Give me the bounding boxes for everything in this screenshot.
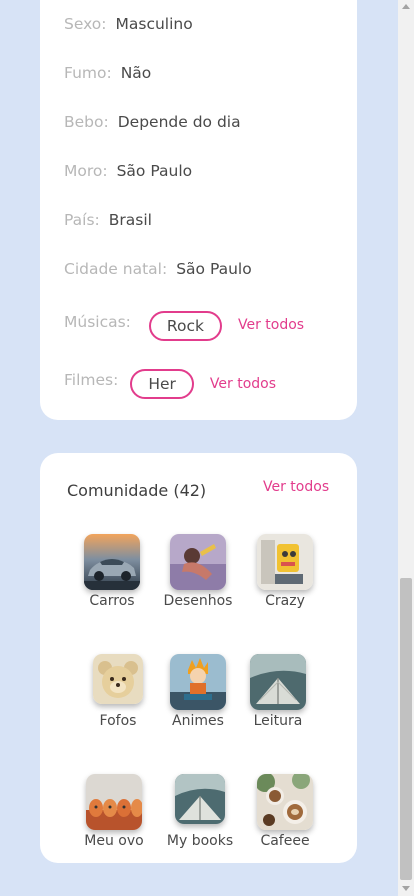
scroll-down-arrow-icon[interactable] — [402, 886, 410, 891]
community-item-cafeee[interactable]: Cafeee — [240, 774, 330, 849]
detail-value: Depende do dia — [117, 113, 241, 131]
book-photo-icon — [250, 654, 306, 710]
detail-label: Fumo: — [64, 64, 112, 82]
community-item-label: Meu ovo — [84, 833, 144, 849]
community-item-label: Leitura — [253, 713, 303, 729]
detail-label: Moro: — [64, 162, 108, 180]
eggs-photo-icon — [86, 774, 142, 830]
community-item-crazy[interactable]: Crazy — [240, 534, 330, 609]
detail-row-moro: Moro: São Paulo — [64, 162, 192, 180]
car-photo-icon — [84, 534, 140, 590]
detail-row-sexo: Sexo: Masculino — [64, 15, 193, 33]
community-item-leitura[interactable]: Leitura — [233, 654, 323, 729]
detail-row-pais: País: Brasil — [64, 211, 152, 229]
detail-label: Músicas: — [64, 313, 131, 331]
community-item-desenhos[interactable]: Desenhos — [153, 534, 243, 609]
detail-label: Filmes: — [64, 371, 119, 389]
detail-row-filmes: Filmes: Her Ver todos — [64, 365, 276, 399]
community-item-label: My books — [166, 833, 234, 849]
community-item-meu-ovo[interactable]: Meu ovo — [69, 774, 159, 849]
anime-figure-photo-icon — [170, 654, 226, 710]
community-item-label: Desenhos — [163, 593, 233, 609]
detail-label: Bebo: — [64, 113, 109, 131]
community-card: Comunidade (42) Ver todos Carros Desenho… — [40, 453, 357, 863]
community-item-label: Animes — [172, 713, 224, 729]
profile-details-card: Sexo: Masculino Fumo: Não Bebo: Depende … — [40, 0, 357, 420]
teddy-bear-photo-icon — [93, 654, 143, 704]
community-item-my-books[interactable]: My books — [155, 774, 245, 849]
movies-see-all-link[interactable]: Ver todos — [210, 376, 276, 392]
community-see-all-link[interactable]: Ver todos — [263, 479, 329, 495]
detail-value: São Paulo — [176, 260, 252, 278]
detail-row-musicas: Músicas: Rock Ver todos — [64, 307, 304, 341]
community-item-animes[interactable]: Animes — [153, 654, 243, 729]
detail-label: Cidade natal: — [64, 260, 168, 278]
music-see-all-link[interactable]: Ver todos — [238, 317, 304, 333]
detail-value: São Paulo — [116, 162, 193, 180]
scroll-up-arrow-icon[interactable] — [402, 4, 410, 9]
detail-row-bebo: Bebo: Depende do dia — [64, 113, 241, 131]
coffee-photo-icon — [257, 774, 313, 830]
community-item-label: Carros — [89, 593, 135, 609]
community-item-carros[interactable]: Carros — [67, 534, 157, 609]
detail-value: Não — [120, 64, 152, 82]
open-book-photo-icon — [175, 774, 225, 824]
drawing-photo-icon — [170, 534, 226, 590]
community-item-label: Crazy — [265, 593, 305, 609]
detail-row-cidade-natal: Cidade natal: São Paulo — [64, 260, 252, 278]
community-item-label: Fofos — [99, 713, 137, 729]
music-tag-rock[interactable]: Rock — [148, 311, 222, 341]
detail-label: País: — [64, 211, 100, 229]
detail-value: Masculino — [115, 15, 193, 33]
community-item-label: Cafeee — [260, 833, 310, 849]
community-item-fofos[interactable]: Fofos — [73, 654, 163, 729]
movie-tag-her[interactable]: Her — [130, 369, 194, 399]
detail-row-fumo: Fumo: Não — [64, 64, 151, 82]
detail-value: Brasil — [108, 211, 152, 229]
detail-label: Sexo: — [64, 15, 107, 33]
community-title: Comunidade (42) — [67, 481, 207, 500]
profile-page: Sexo: Masculino Fumo: Não Bebo: Depende … — [0, 0, 414, 896]
toy-photo-icon — [257, 534, 313, 590]
scrollbar-thumb[interactable] — [400, 578, 412, 880]
